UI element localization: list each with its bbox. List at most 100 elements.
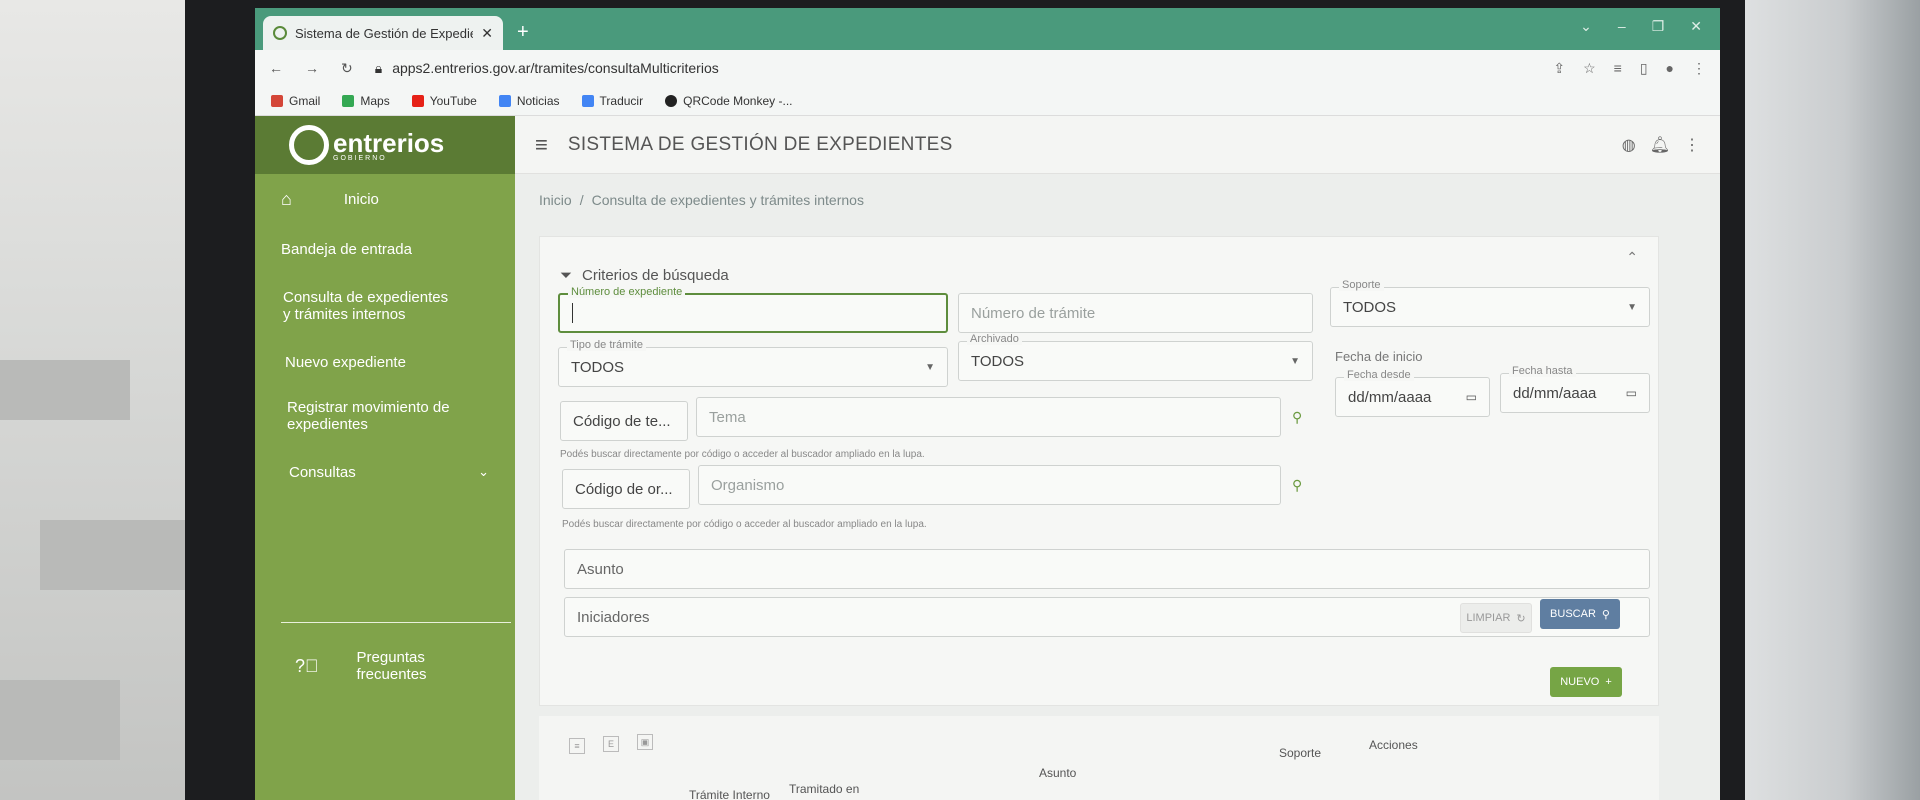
pdf-export-icon[interactable]: ▣ (637, 734, 653, 750)
search-icon[interactable]: ⚲ (1292, 409, 1302, 426)
field-label: Tipo de trámite (567, 339, 646, 351)
button-label: NUEVO (1560, 676, 1600, 688)
maximize-icon[interactable]: ❐ (1652, 18, 1665, 35)
excel-export-icon[interactable]: E (603, 736, 619, 752)
forward-icon[interactable]: → (305, 60, 319, 76)
button-label: BUSCAR (1550, 608, 1596, 620)
sidebar-item-consulta[interactable]: Consulta de expedientes y trámites inter… (255, 274, 515, 338)
organismo-input[interactable]: Organismo (698, 465, 1281, 505)
more-icon[interactable]: ⋮ (1684, 135, 1700, 155)
sidebar-item-label: Consultas (289, 463, 356, 481)
browser-menu-icon[interactable]: ⋮ (1692, 60, 1706, 77)
archivado-select[interactable]: Archivado TODOS ▼ (958, 333, 1313, 381)
bookmark-traducir[interactable]: Traducir (581, 94, 643, 108)
tema-input[interactable]: Tema (696, 397, 1281, 437)
main-content: ≡ SISTEMA DE GESTIÓN DE EXPEDIENTES ◍ 🔔︎… (515, 116, 1720, 800)
entrerios-logo-icon (289, 125, 329, 165)
sidebar-item-label: Bandeja de entrada (281, 240, 412, 258)
back-icon[interactable]: ← (269, 60, 283, 76)
breadcrumb-home[interactable]: Inicio (539, 192, 572, 208)
bookmark-youtube[interactable]: YouTube (411, 94, 477, 108)
reading-list-icon[interactable]: ≡ (1614, 60, 1622, 77)
fecha-hasta-input[interactable]: Fecha hasta dd/mm/aaaa ▭ (1500, 365, 1650, 413)
url-text: apps2.entrerios.gov.ar/tramites/consulta… (392, 60, 719, 76)
url-field[interactable]: 🔒︎ apps2.entrerios.gov.ar/tramites/consu… (375, 60, 719, 77)
sidebar-item-inicio[interactable]: ⌂ Inicio (255, 174, 515, 224)
codigo-organismo-input[interactable]: Código de or... (562, 469, 690, 509)
share-icon[interactable]: ⇪ (1553, 60, 1565, 77)
bookmark-gmail[interactable]: Gmail (271, 94, 320, 108)
tab-close-icon[interactable]: ✕ (481, 25, 493, 42)
asunto-input[interactable]: Asunto (564, 549, 1650, 589)
field-value: TODOS (1343, 298, 1397, 316)
dropdown-caret-icon: ▼ (1290, 355, 1300, 367)
floor-tile (40, 520, 190, 590)
browser-tab[interactable]: Sistema de Gestión de Expedien ✕ (263, 16, 503, 50)
bookmark-label: Noticias (516, 93, 560, 108)
nuevo-button[interactable]: NUEVO + (1550, 667, 1622, 697)
field-placeholder: Asunto (577, 560, 624, 578)
bookmark-qrcode[interactable]: QRCode Monkey -... (665, 94, 792, 108)
dropdown-caret-icon: ▼ (925, 361, 935, 373)
bookmarks-bar: Gmail Maps YouTube Noticias Traducir QRC… (255, 86, 1720, 116)
breadcrumb-current: Consulta de expedientes y trámites inter… (591, 192, 864, 208)
soporte-select[interactable]: Soporte TODOS ▼ (1330, 279, 1650, 327)
table-header[interactable]: Trámite Interno (689, 788, 770, 800)
numero-tramite-input[interactable]: Número de trámite (958, 293, 1313, 333)
table-header[interactable]: Asunto (1039, 766, 1076, 780)
chevron-up-icon[interactable]: ⌃ (1626, 249, 1638, 266)
tab-title: Sistema de Gestión de Expedien (295, 25, 474, 41)
sidebar-divider (281, 622, 511, 623)
star-icon[interactable]: ☆ (1583, 60, 1596, 77)
limpiar-button[interactable]: LIMPIAR ↻ (1460, 603, 1532, 633)
sidebar-item-label: Registrar movimiento de expedientes (287, 399, 450, 433)
table-header[interactable]: Acciones (1369, 738, 1418, 752)
columns-icon[interactable]: ≡ (569, 738, 585, 754)
search-icon[interactable]: ⚲ (1292, 477, 1302, 494)
sidebar-item-nuevo-expediente[interactable]: Nuevo expediente (255, 338, 515, 386)
bookmark-maps[interactable]: Maps (342, 94, 390, 108)
table-header[interactable]: Soporte (1279, 746, 1321, 760)
plus-icon: + (1605, 676, 1612, 688)
tipo-tramite-select[interactable]: Tipo de trámite TODOS ▼ (558, 339, 948, 387)
profile-avatar-icon[interactable]: ● (1666, 60, 1674, 77)
home-icon: ⌂ (281, 188, 292, 209)
sidebar-item-registrar-movimiento[interactable]: Registrar movimiento de expedientes (255, 386, 515, 446)
brand-logo[interactable]: entrerios GOBIERNO (255, 116, 515, 174)
sidebar-item-faq[interactable]: ?⃝ Preguntas frecuentes (269, 646, 515, 686)
sidebar-item-consultas[interactable]: Consultas ⌄ (255, 446, 515, 498)
side-panel-icon[interactable]: ▯ (1640, 60, 1648, 77)
browser-tab-bar: Sistema de Gestión de Expedien ✕ + ⌄ – ❐… (255, 8, 1720, 50)
calendar-icon[interactable]: ▭ (1466, 390, 1477, 404)
reload-icon[interactable]: ↻ (341, 60, 353, 77)
buscar-button[interactable]: BUSCAR ⚲ (1540, 599, 1620, 629)
field-placeholder: Iniciadores (577, 608, 650, 626)
close-window-icon[interactable]: ✕ (1690, 18, 1702, 35)
globe-icon[interactable]: ◍ (1622, 135, 1636, 155)
calendar-icon[interactable]: ▭ (1626, 386, 1637, 400)
bookmark-noticias[interactable]: Noticias (498, 93, 560, 108)
background-right (1730, 0, 1920, 800)
dropdown-caret-icon: ▼ (1627, 301, 1637, 313)
window-controls: ⌄ – ❐ ✕ (1580, 18, 1702, 35)
chevron-down-icon[interactable]: ⌄ (1580, 18, 1592, 35)
sidebar-item-bandeja[interactable]: Bandeja de entrada (255, 224, 515, 274)
codigo-tema-input[interactable]: Código de te... (560, 401, 688, 441)
search-criteria-title[interactable]: ⏷ Criterios de búsqueda (560, 267, 729, 284)
field-placeholder: Tema (709, 408, 746, 426)
fecha-desde-input[interactable]: Fecha desde dd/mm/aaaa ▭ (1335, 369, 1490, 417)
new-tab-button[interactable]: + (517, 21, 529, 44)
refresh-icon: ↻ (1516, 612, 1526, 625)
bookmark-label: QRCode Monkey -... (683, 93, 793, 108)
search-criteria-label: Criterios de búsqueda (582, 267, 729, 284)
field-placeholder: Número de trámite (971, 304, 1096, 322)
numero-expediente-input[interactable]: Número de expediente (558, 286, 948, 333)
gmail-icon (271, 94, 283, 107)
bell-icon[interactable]: 🔔︎ (1650, 135, 1670, 155)
sidebar-item-label: Consulta de expedientes y trámites inter… (283, 289, 449, 323)
translate-icon (581, 94, 594, 107)
minimize-icon[interactable]: – (1618, 18, 1626, 35)
field-value: TODOS (971, 352, 1025, 370)
hamburger-icon[interactable]: ≡ (535, 132, 548, 158)
table-header[interactable]: Tramitado en (789, 782, 859, 796)
